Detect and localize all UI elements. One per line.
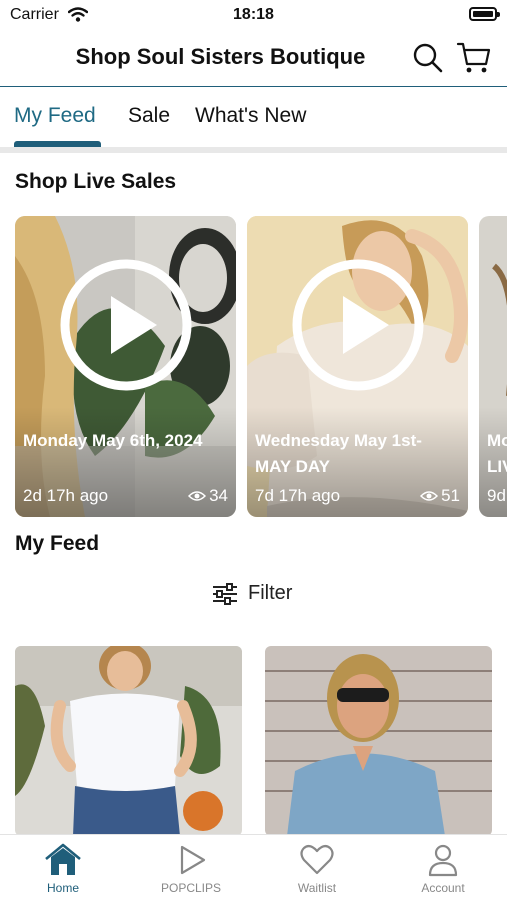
tab-waitlist[interactable]: Waitlist [267, 843, 367, 895]
divider [0, 147, 507, 153]
filter-button[interactable]: Filter [212, 582, 292, 605]
eye-icon [188, 491, 207, 501]
person-icon [428, 844, 458, 877]
clock: 18:18 [233, 6, 274, 23]
live-sale-time-ago: 9d [487, 486, 506, 505]
tab-popclips[interactable]: POPCLIPS [141, 843, 241, 895]
battery-icon [469, 7, 500, 21]
live-sale-caption: Monday May 6th, 2024 [23, 431, 203, 450]
view-count: 34 [209, 486, 228, 505]
live-sale-time-ago: 7d 17h ago [255, 486, 341, 505]
play-icon[interactable] [59, 258, 193, 392]
cart-icon[interactable] [456, 40, 492, 81]
tab-whats-new[interactable]: What's New [195, 104, 306, 128]
feed-item[interactable] [15, 646, 242, 836]
feed-item[interactable] [265, 646, 492, 836]
view-count: 51 [441, 486, 460, 505]
live-sale-views: 34 [188, 486, 228, 506]
tab-home-label: Home [46, 881, 79, 895]
home-icon [45, 843, 81, 875]
tab-account[interactable]: Account [393, 843, 493, 895]
feed-tabs: My Feed Sale What's New [0, 88, 507, 148]
live-sales-heading: Shop Live Sales [15, 170, 177, 193]
app-header: Shop Soul Sisters Boutique [0, 32, 507, 87]
play-icon [180, 845, 206, 875]
bottom-tab-bar: Home POPCLIPS Waitlist Account [0, 834, 507, 901]
live-sale-card[interactable]: Mo LIV 9d [479, 216, 507, 517]
live-sale-views: 51 [420, 486, 460, 506]
tab-my-feed[interactable]: My Feed [14, 104, 96, 128]
live-sale-time-ago: 2d 17h ago [23, 486, 109, 505]
my-feed-heading: My Feed [15, 532, 100, 555]
filter-label: Filter [248, 582, 293, 604]
tab-popclips-label: POPCLIPS [160, 881, 222, 895]
product-image [265, 646, 492, 836]
tab-sale[interactable]: Sale [128, 104, 170, 128]
play-icon[interactable] [291, 258, 425, 392]
live-sales-carousel[interactable]: Monday May 6th, 2024 2d 17h ago 34 Wedne… [0, 216, 507, 518]
tab-waitlist-label: Waitlist [297, 881, 337, 895]
live-sale-caption: Mo LIV [487, 431, 507, 476]
eye-icon [420, 491, 439, 501]
heart-icon [300, 844, 334, 875]
tab-account-label: Account [421, 881, 465, 895]
product-image [15, 646, 242, 836]
search-icon[interactable] [412, 42, 444, 79]
live-sale-caption: Wednesday May 1st- MAY DAY [255, 431, 422, 476]
tab-home[interactable]: Home [13, 843, 113, 895]
live-sale-card[interactable]: Monday May 6th, 2024 2d 17h ago 34 [15, 216, 236, 517]
filter-icon [213, 582, 237, 605]
live-sale-card[interactable]: Wednesday May 1st- MAY DAY 7d 17h ago 51 [247, 216, 468, 517]
status-bar: Carrier 18:18 [0, 0, 507, 32]
